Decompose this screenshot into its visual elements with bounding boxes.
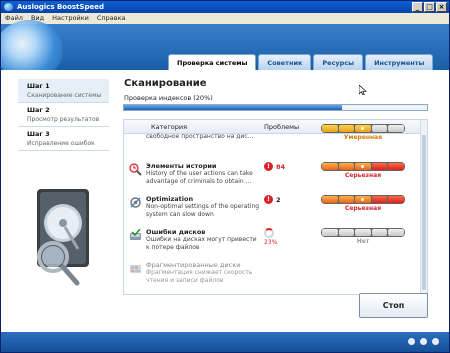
meter-segment — [355, 125, 371, 132]
table-row[interactable]: Ошибки дисков Ошибки на дисках могут при… — [124, 226, 422, 259]
problem-value: 2 — [276, 195, 281, 204]
table-row[interactable]: Optimization Non-optimal settings of the… — [124, 193, 422, 226]
problem-value: 84 — [276, 162, 286, 171]
step-3[interactable]: Шаг 3 Исправление ошибок — [18, 127, 109, 151]
severity-label: Умеренная — [343, 134, 383, 141]
app-window: Auslogics BoostSpeed _ □ × Файл Вид Наст… — [0, 0, 450, 353]
loading-spinner-icon — [264, 228, 274, 238]
progress-fill — [124, 105, 343, 110]
bottom-bar — [1, 332, 449, 352]
app-logo-icon — [4, 3, 13, 11]
menu-bar: Файл Вид Настройки Справка — [1, 13, 449, 24]
step-subtitle: Просмотр результатов — [27, 116, 100, 123]
step-subtitle: Сканирование системы — [27, 92, 102, 99]
meter-segment — [322, 125, 338, 132]
meter-segment — [371, 163, 388, 170]
speed-loss-meter — [321, 228, 405, 237]
meter-segment — [355, 196, 371, 203]
table-scrollbar[interactable] — [420, 120, 427, 294]
step-subtitle: Исправление ошибок — [27, 140, 95, 147]
step-title: Шаг 1 — [27, 82, 50, 90]
meter-segment — [371, 196, 388, 203]
table-row[interactable]: Элементы истории History of the user act… — [124, 160, 422, 193]
menu-help[interactable]: Справка — [97, 13, 126, 24]
warning-icon: ! — [264, 162, 273, 171]
severity-label: Нет — [356, 238, 370, 245]
menu-settings[interactable]: Настройки — [52, 13, 89, 24]
meter-segment — [355, 229, 371, 236]
problem-value: 23% — [264, 239, 278, 246]
window-controls: _ □ × — [412, 2, 447, 12]
stop-button[interactable]: Стоп — [359, 293, 428, 318]
warning-icon: ! — [264, 195, 273, 204]
table-row[interactable]: свободное пространство на дис... Умеренн… — [124, 124, 422, 160]
optimization-icon — [129, 196, 142, 209]
disk-check-icon — [129, 228, 142, 242]
main-tabs: Проверка системы Советник Ресурсы Инстру… — [168, 54, 434, 70]
meter-segment — [338, 125, 355, 132]
meter-segment — [388, 163, 404, 170]
mouse-cursor-icon — [359, 85, 367, 95]
table-row[interactable]: Фрагментированные диски Фрагментация сни… — [124, 259, 422, 292]
defrag-icon — [129, 262, 142, 275]
meter-segment — [322, 196, 338, 203]
scrollbar-thumb[interactable] — [422, 135, 426, 290]
problem-count: ! 84 — [264, 162, 285, 171]
meter-segment — [338, 196, 355, 203]
tab-advisor[interactable]: Советник — [258, 54, 312, 70]
row-name: Optimization — [146, 195, 194, 203]
meter-segment — [388, 196, 404, 203]
row-description: свободное пространство на дис... — [146, 133, 254, 140]
hdd-magnifier-icon — [37, 189, 89, 286]
meter-segment — [371, 229, 388, 236]
speed-loss-meter — [321, 162, 405, 171]
meter-segment — [322, 163, 338, 170]
problem-count: ! 2 — [264, 195, 281, 204]
scan-progress-bar — [123, 104, 428, 111]
header-banner: Проверка системы Советник Ресурсы Инстру… — [1, 20, 449, 80]
page-dot[interactable] — [420, 338, 427, 345]
severity-label: Серьезная — [344, 172, 382, 179]
page-dot[interactable] — [408, 338, 415, 345]
problem-count: 23% — [264, 228, 277, 246]
severity-label: Серьезная — [344, 205, 382, 212]
meter-segment — [322, 229, 338, 236]
step-2[interactable]: Шаг 2 Просмотр результатов — [18, 103, 109, 127]
page-dot[interactable] — [432, 338, 439, 345]
results-table: Категория Проблемы Потеря скорости свобо… — [123, 119, 428, 295]
meter-segment — [388, 125, 404, 132]
minimize-button[interactable]: _ — [412, 2, 423, 12]
meter-segment — [355, 163, 371, 170]
history-icon — [129, 163, 142, 176]
row-description: Фрагментация снижает скорость чтения и з… — [146, 269, 253, 284]
row-name: Элементы истории — [146, 162, 217, 170]
tab-system-check[interactable]: Проверка системы — [168, 54, 257, 70]
scan-status: Проверка индексов (20%) — [124, 94, 213, 102]
row-name: Ошибки дисков — [146, 228, 206, 236]
tab-tools[interactable]: Инструменты — [365, 54, 434, 70]
speed-loss-meter — [321, 124, 405, 133]
row-description: Ошибки на дисках могут привести к потере… — [146, 236, 257, 251]
step-title: Шаг 2 — [27, 106, 50, 114]
steps-sidebar: Шаг 1 Сканирование системы Шаг 2 Просмот… — [1, 70, 116, 332]
step-1[interactable]: Шаг 1 Сканирование системы — [18, 79, 109, 103]
meter-segment — [338, 229, 355, 236]
page-indicator — [408, 338, 439, 345]
meter-segment — [371, 125, 388, 132]
close-button[interactable]: × — [436, 2, 447, 12]
tab-resources[interactable]: Ресурсы — [313, 54, 364, 70]
meter-segment — [388, 229, 404, 236]
maximize-button[interactable]: □ — [424, 2, 435, 12]
main-panel: Сканирование Проверка индексов (20%) Кат… — [116, 70, 449, 332]
row-description: History of the user actions can take adv… — [146, 170, 253, 185]
title-bar: Auslogics BoostSpeed _ □ × — [1, 1, 449, 13]
page-title: Сканирование — [124, 78, 207, 89]
row-name: Фрагментированные диски — [146, 261, 241, 269]
speed-loss-meter — [321, 195, 405, 204]
row-description: Non-optimal settings of the operating sy… — [146, 203, 260, 218]
window-title: Auslogics BoostSpeed — [17, 3, 104, 11]
meter-segment — [338, 163, 355, 170]
step-title: Шаг 3 — [27, 130, 50, 138]
